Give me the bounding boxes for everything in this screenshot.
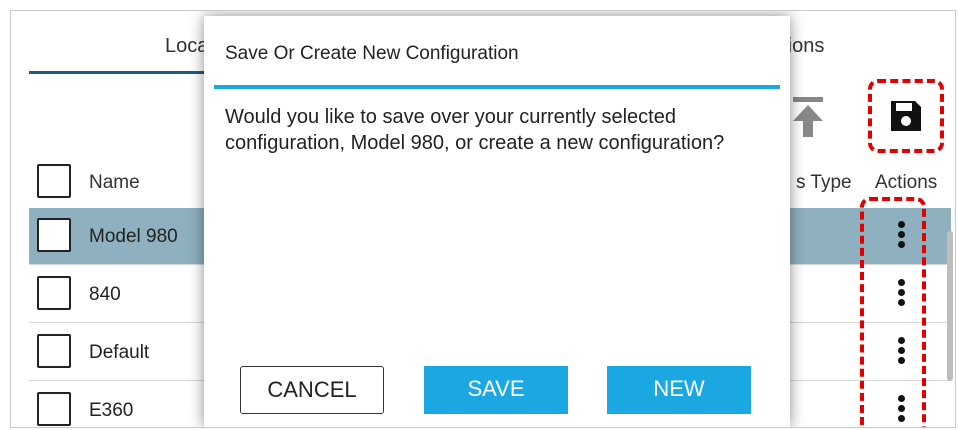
app-window: Loca ations Name s Type Actions Model 98…	[10, 10, 956, 428]
actions-column-highlight	[860, 197, 926, 427]
cancel-button[interactable]: CANCEL	[240, 366, 384, 414]
row-name: 840	[89, 284, 121, 305]
column-header-type[interactable]: s Type	[796, 172, 852, 194]
scrollbar[interactable]	[947, 231, 953, 381]
row-name: E360	[89, 400, 134, 421]
upload-icon[interactable]	[791, 97, 825, 137]
save-configuration-dialog: Save Or Create New Configuration Would y…	[204, 16, 790, 427]
dialog-divider	[214, 85, 780, 89]
save-button[interactable]: SAVE	[424, 366, 568, 414]
save-icon-highlight	[868, 79, 944, 153]
column-header-actions: Actions	[875, 172, 938, 193]
new-configuration-button[interactable]: NEW	[607, 366, 751, 414]
row-checkbox[interactable]	[37, 218, 71, 252]
dialog-title: Save Or Create New Configuration	[225, 43, 519, 64]
select-all-checkbox[interactable]	[37, 164, 71, 198]
row-checkbox[interactable]	[37, 276, 71, 310]
tab-local[interactable]: Loca	[165, 35, 208, 58]
dialog-message: Would you like to save over your current…	[225, 106, 725, 154]
row-checkbox[interactable]	[37, 334, 71, 368]
row-name: Model 980	[89, 226, 178, 247]
floppy-disk-icon[interactable]	[889, 99, 923, 133]
row-checkbox[interactable]	[37, 392, 71, 426]
row-name: Default	[89, 342, 150, 363]
column-header-name[interactable]: Name	[89, 172, 140, 194]
